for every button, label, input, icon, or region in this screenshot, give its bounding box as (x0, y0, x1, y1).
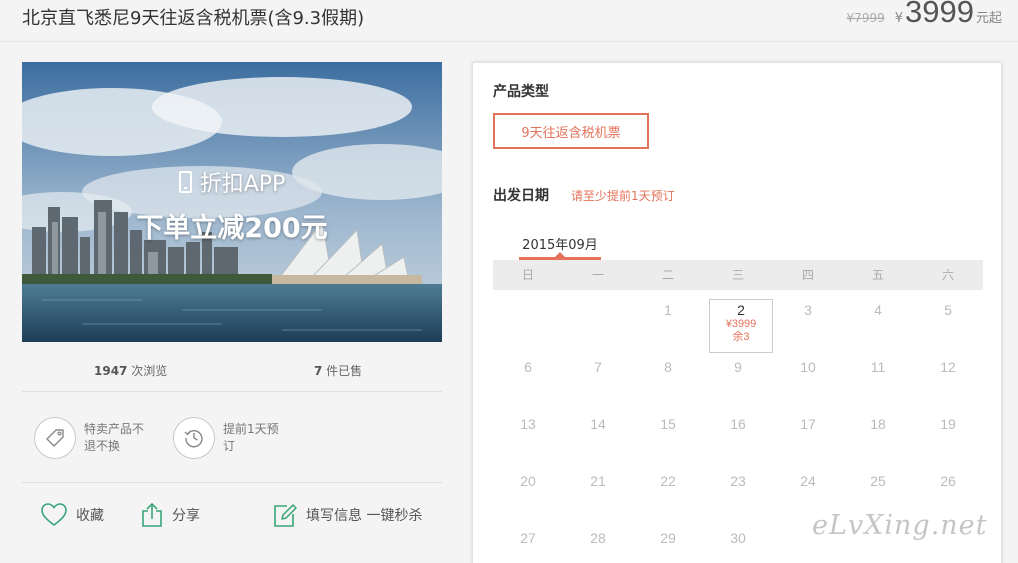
price-tag-icon (34, 417, 76, 459)
weekday: 五 (871, 268, 884, 282)
original-price: ¥7999 (846, 11, 885, 25)
calendar-day: 13 (520, 416, 536, 432)
calendar-day (563, 290, 633, 347)
calendar-day: 20 (520, 473, 536, 489)
calendar-day: 3 (804, 302, 812, 318)
booking-panel: 产品类型 9天往返含税机票 出发日期 请至少提前1天预订 2015年09月 日 … (472, 62, 1002, 563)
product-type-option[interactable]: 9天往返含税机票 (493, 113, 649, 149)
product-type-label: 产品类型 (493, 84, 549, 100)
calendar-day: 12 (940, 359, 956, 375)
views-count: 1947 (94, 364, 128, 378)
phone-icon (178, 171, 192, 193)
calendar-day: 8 (664, 359, 672, 375)
available-day-price: ¥3999 (725, 318, 757, 330)
price-suffix: 元起 (975, 11, 1002, 26)
currency-symbol: ¥ (894, 11, 904, 26)
calendar-day (493, 290, 563, 347)
edit-form-icon (274, 504, 297, 527)
calendar-week: 1 2 ¥3999 余3 3 4 5 (493, 290, 983, 353)
share-label: 分享 (172, 508, 200, 524)
calendar-day: 5 (944, 302, 952, 318)
calendar-day: 14 (590, 416, 606, 432)
available-day-number: 2 (737, 302, 745, 318)
promo-overlay: 折扣APP 下单立减200元 (22, 166, 442, 245)
calendar-day: 1 (664, 302, 672, 318)
calendar-day: 30 (730, 530, 746, 546)
calendar-day-available[interactable]: 2 ¥3999 余3 (703, 290, 773, 353)
views-label: 次浏览 (127, 364, 168, 378)
weekday: 三 (731, 268, 744, 282)
product-actions: 收藏 分享 填写信息 一键秒杀 (22, 498, 442, 538)
calendar-day: 18 (870, 416, 886, 432)
clock-history-icon (173, 417, 215, 459)
page-header: 北京直飞悉尼9天往返含税机票(含9.3假期) ¥7999 ¥ 3999 元起 (0, 0, 1018, 42)
fill-info-button[interactable]: 填写信息 一键秒杀 (272, 502, 422, 528)
calendar-day: 27 (520, 530, 536, 546)
calendar-day: 17 (800, 416, 816, 432)
calendar-day: 19 (940, 416, 956, 432)
product-features: 特卖产品不退不换 提前1天预订 (22, 393, 442, 483)
calendar-day: 9 (734, 359, 742, 375)
weekday: 日 (521, 268, 534, 282)
feature-text: 特卖产品不退不换 (84, 422, 145, 453)
feature-text: 提前1天预订 (223, 422, 279, 453)
product-title: 北京直飞悉尼9天往返含税机票(含9.3假期) (22, 8, 365, 29)
calendar-day: 23 (730, 473, 746, 489)
calendar-day: 7 (594, 359, 602, 375)
weekday: 一 (591, 268, 604, 282)
weekday: 四 (801, 268, 814, 282)
month-tab[interactable]: 2015年09月 (519, 234, 601, 260)
feature-no-refund: 特卖产品不退不换 (34, 417, 148, 459)
weekday: 六 (941, 268, 954, 282)
available-date-box[interactable]: 2 ¥3999 余3 (709, 299, 773, 353)
sold-stat: 7 件已售 (314, 362, 362, 379)
calendar-day: 15 (660, 416, 676, 432)
calendar-day: 22 (660, 473, 676, 489)
available-day-remaining: 余3 (732, 331, 750, 343)
calendar-day: 4 (874, 302, 882, 318)
share-button[interactable]: 分享 (140, 502, 200, 528)
promo-app-text: 折扣APP (199, 172, 286, 197)
calendar-day: 11 (870, 359, 886, 375)
feature-advance-booking: 提前1天预订 (173, 417, 287, 459)
site-watermark: eLvXing.net (812, 510, 988, 541)
share-icon (142, 502, 162, 527)
current-price: 3999 (905, 0, 974, 29)
calendar-day: 21 (590, 473, 606, 489)
product-stats: 1947 次浏览 7 件已售 (22, 352, 442, 392)
product-hero-image: 折扣APP 下单立减200元 (22, 62, 442, 342)
weekday: 二 (661, 268, 674, 282)
promo-app-line: 折扣APP (178, 166, 286, 198)
calendar-weekday-header: 日 一 二 三 四 五 六 (493, 260, 983, 290)
views-stat: 1947 次浏览 (94, 362, 167, 379)
price-box: ¥7999 ¥ 3999 元起 (847, 0, 1002, 30)
calendar-day: 16 (730, 416, 746, 432)
promo-discount-text: 下单立减200元 (136, 213, 328, 244)
calendar-week: 6 7 8 9 10 11 12 (493, 347, 983, 404)
departure-date-label: 出发日期 (493, 188, 549, 204)
departure-hint: 请至少提前1天预订 (571, 189, 675, 203)
calendar-week: 13 14 15 16 17 18 19 (493, 404, 983, 461)
calendar-day: 29 (660, 530, 676, 546)
fill-info-label: 填写信息 一键秒杀 (306, 508, 423, 524)
calendar-day: 6 (524, 359, 532, 375)
heart-icon (41, 503, 67, 527)
calendar-day: 10 (800, 359, 816, 375)
favorite-button[interactable]: 收藏 (40, 502, 104, 528)
favorite-label: 收藏 (76, 508, 104, 524)
calendar-day: 28 (590, 530, 606, 546)
sold-label: 件已售 (322, 364, 363, 378)
